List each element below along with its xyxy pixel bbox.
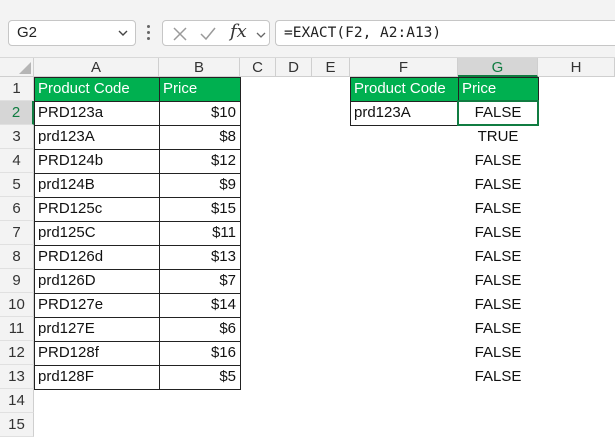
column-header-e[interactable]: E xyxy=(312,58,350,77)
table1-row-line xyxy=(34,293,240,294)
row-header-15[interactable]: 15 xyxy=(0,413,34,437)
select-all-corner[interactable] xyxy=(0,58,34,77)
table-cell-price[interactable]: $10 xyxy=(159,101,240,125)
insert-function-icon[interactable]: fx xyxy=(230,21,247,42)
chevron-down-icon[interactable] xyxy=(117,27,129,39)
table-cell-price[interactable]: $7 xyxy=(159,269,240,293)
table2-header-price[interactable]: Price xyxy=(458,77,538,101)
table-cell-product-code[interactable]: PRD126d xyxy=(34,245,159,269)
table-cell-product-code[interactable]: prd127E xyxy=(34,317,159,341)
row-header-13[interactable]: 13 xyxy=(0,365,34,389)
row-header-3[interactable]: 3 xyxy=(0,125,34,149)
column-header-a[interactable]: A xyxy=(34,58,159,77)
row-header-9[interactable]: 9 xyxy=(0,269,34,293)
table-cell-product-code[interactable]: prd125C xyxy=(34,221,159,245)
table-cell-product-code[interactable]: prd128F xyxy=(34,365,159,389)
result-cell[interactable]: FALSE xyxy=(458,149,538,173)
table-cell-price[interactable]: $6 xyxy=(159,317,240,341)
table-cell-product-code[interactable]: PRD127e xyxy=(34,293,159,317)
table1-row-line xyxy=(34,125,240,126)
table-cell-price[interactable]: $12 xyxy=(159,149,240,173)
formula-buttons: fx xyxy=(162,20,270,46)
name-box-value: G2 xyxy=(17,24,38,41)
select-all-icon xyxy=(19,62,31,74)
column-header-d[interactable]: D xyxy=(276,58,312,77)
row-header-14[interactable]: 14 xyxy=(0,389,34,413)
row-header-12[interactable]: 12 xyxy=(0,341,34,365)
column-header-h[interactable]: H xyxy=(538,58,615,77)
row-header-4[interactable]: 4 xyxy=(0,149,34,173)
result-cell[interactable]: FALSE xyxy=(458,365,538,389)
table-cell-price[interactable]: $5 xyxy=(159,365,240,389)
table-cell-price[interactable]: $11 xyxy=(159,221,240,245)
result-cell[interactable]: FALSE xyxy=(458,221,538,245)
table1-row-line xyxy=(34,221,240,222)
result-cell[interactable]: FALSE xyxy=(458,293,538,317)
table1-header-product-code[interactable]: Product Code xyxy=(34,77,159,101)
table-cell-price[interactable]: $8 xyxy=(159,125,240,149)
formula-text: =EXACT(F2, A2:A13) xyxy=(284,25,442,41)
result-cell[interactable]: FALSE xyxy=(458,245,538,269)
table1-row-line xyxy=(34,245,240,246)
row-header-10[interactable]: 10 xyxy=(0,293,34,317)
table1-row-line xyxy=(34,317,240,318)
table-cell-product-code[interactable]: PRD125c xyxy=(34,197,159,221)
table2-header-product-code[interactable]: Product Code xyxy=(350,77,458,101)
row-header-5[interactable]: 5 xyxy=(0,173,34,197)
column-header-g[interactable]: G xyxy=(458,58,538,77)
column-header-c[interactable]: C xyxy=(240,58,276,77)
table-cell-price[interactable]: $16 xyxy=(159,341,240,365)
column-header-f[interactable]: F xyxy=(350,58,458,77)
result-cell[interactable]: FALSE xyxy=(458,317,538,341)
table1-row-line xyxy=(34,197,240,198)
table1-row-line xyxy=(34,173,240,174)
formula-input[interactable]: =EXACT(F2, A2:A13) xyxy=(275,20,615,46)
table-cell-price[interactable]: $13 xyxy=(159,245,240,269)
enter-check-icon[interactable] xyxy=(199,25,217,43)
table1-divider xyxy=(159,77,160,389)
table-cell-product-code[interactable]: PRD123a xyxy=(34,101,159,125)
name-box[interactable]: G2 xyxy=(8,20,136,46)
table1-row-line xyxy=(34,269,240,270)
row-header-7[interactable]: 7 xyxy=(0,221,34,245)
formula-bar: G2 fx =EXACT(F2, A2:A13) xyxy=(0,0,615,58)
result-cell[interactable]: FALSE xyxy=(458,197,538,221)
table1-row-line xyxy=(34,365,240,366)
table1-header-price[interactable]: Price xyxy=(159,77,240,101)
table-cell-product-code[interactable]: PRD124b xyxy=(34,149,159,173)
table1-row-line xyxy=(34,149,240,150)
more-options-icon[interactable] xyxy=(147,25,151,43)
table2-row-line xyxy=(350,101,538,102)
table-cell-product-code[interactable]: prd126D xyxy=(34,269,159,293)
table-cell-product-code[interactable]: prd124B xyxy=(34,173,159,197)
table-cell-product-code[interactable]: PRD128f xyxy=(34,341,159,365)
table1-row-line xyxy=(34,341,240,342)
table-cell-price[interactable]: $14 xyxy=(159,293,240,317)
row-header-1[interactable]: 1 xyxy=(0,77,34,101)
row-header-11[interactable]: 11 xyxy=(0,317,34,341)
table-cell-product-code[interactable]: prd123A xyxy=(34,125,159,149)
result-cell[interactable]: FALSE xyxy=(458,101,538,125)
row-header-8[interactable]: 8 xyxy=(0,245,34,269)
row-header-2[interactable]: 2 xyxy=(0,101,34,125)
result-cell[interactable]: FALSE xyxy=(458,269,538,293)
lookup-value-cell[interactable]: prd123A xyxy=(350,101,458,125)
row-header-6[interactable]: 6 xyxy=(0,197,34,221)
column-header-b[interactable]: B xyxy=(159,58,240,77)
result-cell[interactable]: TRUE xyxy=(458,125,538,149)
chevron-down-icon[interactable] xyxy=(255,29,267,41)
table-cell-price[interactable]: $9 xyxy=(159,173,240,197)
cancel-icon[interactable] xyxy=(171,25,189,43)
result-cell[interactable]: FALSE xyxy=(458,341,538,365)
result-cell[interactable]: FALSE xyxy=(458,173,538,197)
table-cell-price[interactable]: $15 xyxy=(159,197,240,221)
table1-row-line xyxy=(34,101,240,102)
